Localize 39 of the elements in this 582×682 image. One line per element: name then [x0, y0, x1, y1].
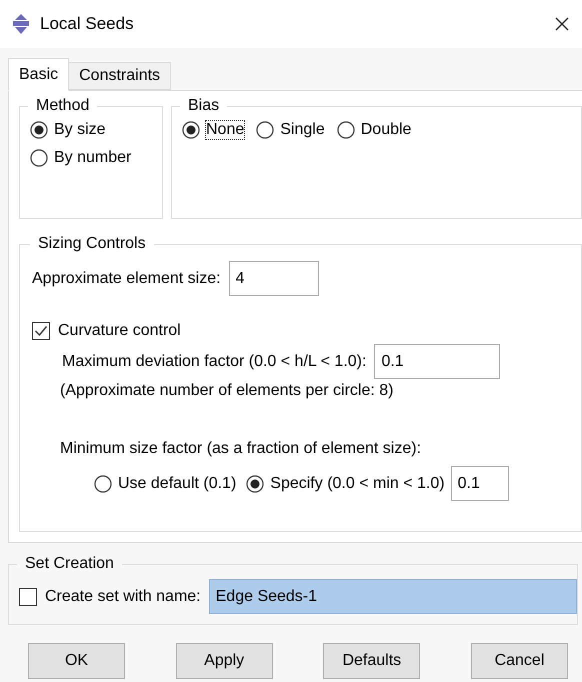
- group-title: Sizing Controls: [37, 235, 147, 253]
- set-name-field[interactable]: Edge Seeds-1: [208, 579, 577, 614]
- radio-label[interactable]: By number: [54, 149, 132, 167]
- min-size-field[interactable]: 0.1: [450, 466, 509, 501]
- group-title: Bias: [187, 97, 220, 115]
- element-size-field[interactable]: 4: [228, 261, 319, 296]
- radio-button[interactable]: [246, 474, 264, 492]
- close-icon[interactable]: [554, 16, 570, 32]
- dialog-button[interactable]: OK: [28, 643, 125, 679]
- app-icon: [10, 14, 32, 34]
- deviation-factor-field[interactable]: 0.1: [374, 344, 500, 379]
- dialog-button[interactable]: Defaults: [323, 643, 420, 679]
- group-title: Set Creation: [24, 555, 115, 573]
- tab[interactable]: Basic: [8, 58, 70, 91]
- field-label: Approximate element size:: [32, 270, 221, 288]
- tab[interactable]: Constraints: [68, 62, 172, 90]
- radio-button[interactable]: [30, 121, 48, 139]
- group-title: Method: [35, 97, 90, 115]
- window-title: Local Seeds: [40, 14, 135, 34]
- radio-label[interactable]: Single: [280, 121, 325, 139]
- radio-button[interactable]: [336, 121, 355, 139]
- radio-label[interactable]: By size: [54, 121, 106, 139]
- checkbox-label[interactable]: Curvature control: [58, 322, 181, 340]
- field-label: Minimum size factor (as a fraction of element size):: [60, 440, 422, 458]
- radio-label[interactable]: Specify (0.0 < min < 1.0): [270, 474, 445, 492]
- radio-label[interactable]: Use default (0.1): [118, 474, 236, 492]
- radio-button[interactable]: [256, 121, 274, 139]
- radio-label[interactable]: None: [206, 121, 244, 139]
- field-label: Maximum deviation factor (0.0 < h/L < 1.0):: [62, 352, 366, 370]
- info-text: (Approximate number of elements per circle: 8): [60, 382, 394, 400]
- checkbox[interactable]: [32, 322, 50, 340]
- dialog-button[interactable]: Apply: [176, 643, 273, 679]
- checkbox-label[interactable]: Create set with name:: [45, 588, 201, 606]
- dialog-button[interactable]: Cancel: [470, 643, 568, 679]
- radio-label[interactable]: Double: [360, 121, 412, 139]
- checkbox[interactable]: [19, 588, 37, 606]
- radio-button[interactable]: [182, 121, 200, 139]
- radio-button[interactable]: [30, 149, 48, 167]
- radio-button[interactable]: [94, 474, 112, 492]
